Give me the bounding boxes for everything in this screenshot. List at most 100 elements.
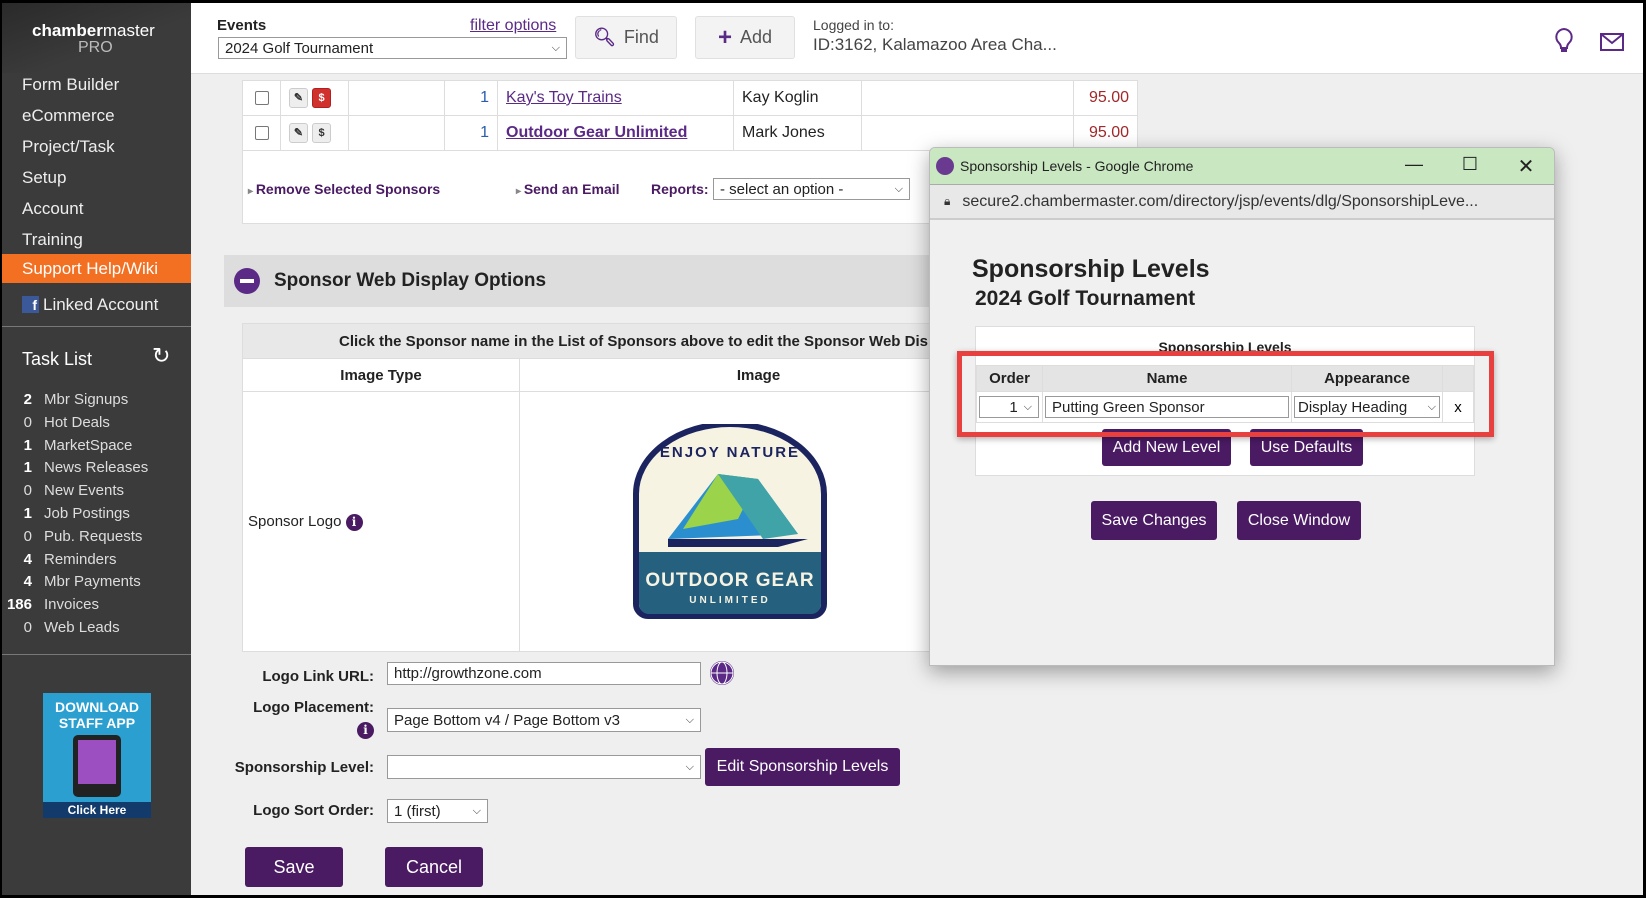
sponsor-row: ✎ $ 1 Outdoor Gear Unlimited Mark Jones 9… (242, 115, 1138, 151)
lightbulb-icon[interactable] (1554, 27, 1574, 55)
sponsor-count: 1 (444, 80, 498, 116)
logo-sort-order-select[interactable]: 1 (first) ⌵ (387, 799, 488, 823)
remove-selected-sponsors-link[interactable]: ▸ Remove Selected Sponsors (248, 181, 440, 197)
select-checkbox[interactable] (254, 90, 269, 105)
app-icon (936, 157, 954, 175)
task-label: Mbr Payments (44, 573, 141, 591)
reports-select[interactable]: - select an option - ⌵ (713, 178, 910, 200)
refresh-icon[interactable]: ↻ (152, 343, 170, 369)
logo-main-text: OUTDOOR GEAR (645, 569, 815, 591)
nav-linked-account[interactable]: f Linked Account (2, 290, 191, 319)
close-window-button[interactable]: Close Window (1237, 501, 1361, 540)
dollar-icon[interactable]: $ (312, 88, 331, 108)
edit-icon[interactable]: ✎ (289, 123, 308, 143)
logo-sub-text: UNLIMITED (689, 594, 771, 606)
task-item[interactable]: 1 News Releases (2, 456, 191, 479)
nav-training[interactable]: Training (2, 225, 191, 254)
task-count: 0 (23, 619, 32, 636)
logged-in-label: Logged in to: (813, 17, 894, 33)
promo-line2: STAFF APP (58, 715, 136, 731)
task-item[interactable]: 1 Job Postings (2, 502, 191, 525)
task-count: 1 (23, 436, 32, 454)
sponsor-logo-image[interactable]: ENJOY NATURE OUTDOOR GEAR UNLIMITED (628, 420, 832, 620)
find-button[interactable]: 🔍︎ Find (575, 16, 677, 59)
minimize-icon[interactable]: — (1386, 154, 1442, 179)
filter-options-link[interactable]: filter options (470, 17, 556, 35)
lock-icon: 🔒︎ (944, 194, 951, 208)
reports-value: - select an option - (720, 180, 844, 198)
add-label: Add (739, 27, 773, 47)
plus-icon: + (717, 23, 732, 51)
logo-link-url-input[interactable]: http://growthzone.com (387, 662, 701, 685)
task-item[interactable]: 2 Mbr Signups (2, 388, 191, 411)
mail-icon[interactable] (1600, 33, 1624, 51)
edit-sponsorship-levels-button[interactable]: Edit Sponsorship Levels (705, 748, 900, 786)
select-checkbox[interactable] (254, 125, 269, 140)
sponsor-contact: Kay Koglin (733, 80, 862, 116)
nav-ecommerce[interactable]: eCommerce (2, 101, 191, 130)
address-bar[interactable]: 🔒︎ secure2.chambermaster.com/directory/js… (930, 185, 1554, 220)
linked-account-label: Linked Account (43, 295, 159, 314)
close-icon[interactable]: ✕ (1498, 154, 1554, 179)
event-selected: 2024 Golf Tournament (225, 39, 374, 57)
chevron-down-icon: ⌵ (894, 182, 903, 195)
task-label: Job Postings (44, 505, 130, 522)
task-label: News Releases (44, 459, 149, 477)
send-email-link[interactable]: ▸ Send an Email (516, 181, 620, 197)
task-count: 0 (23, 527, 32, 545)
save-button[interactable]: Save (245, 847, 343, 887)
task-label: New Events (44, 482, 125, 500)
nav-support-help-wiki[interactable]: Support Help/Wiki (2, 254, 191, 283)
dollar-icon[interactable]: $ (312, 123, 331, 143)
sponsor-name-link[interactable]: Outdoor Gear Unlimited (506, 124, 687, 141)
save-changes-button[interactable]: Save Changes (1091, 501, 1217, 540)
send-email-label: Send an Email (523, 181, 620, 197)
brand-logo[interactable]: chambermaster PRO (2, 3, 191, 73)
download-staff-app-banner[interactable]: DOWNLOAD STAFF APP Click Here (43, 693, 151, 818)
cancel-button[interactable]: Cancel (385, 847, 483, 887)
info-icon[interactable]: i (357, 722, 374, 739)
sponsorship-level-select[interactable]: ⌵ (387, 755, 701, 779)
reports-label: Reports: (651, 181, 709, 197)
nav-setup[interactable]: Setup (2, 163, 191, 192)
chevron-down-icon: ⌵ (472, 804, 481, 817)
task-item[interactable]: 1 MarketSpace (2, 434, 191, 457)
edit-icon[interactable]: ✎ (289, 88, 308, 108)
app-frame: chambermaster PRO Form Builder eCommerce… (2, 3, 1643, 895)
add-button[interactable]: + Add (695, 16, 795, 59)
logo-placement-value: Page Bottom v4 / Page Bottom v3 (394, 711, 620, 729)
nav-project-task[interactable]: Project/Task (2, 132, 191, 161)
event-select[interactable]: 2024 Golf Tournament ⌵ (218, 37, 567, 59)
task-item[interactable]: 0 New Events (2, 479, 191, 502)
task-item[interactable]: 4 Mbr Payments (2, 570, 191, 593)
task-label: Pub. Requests (44, 527, 143, 545)
logo-placement-select[interactable]: Page Bottom v4 / Page Bottom v3 ⌵ (387, 708, 701, 732)
highlight-annotation (957, 351, 1494, 437)
task-item[interactable]: 186 Invoices (2, 593, 191, 616)
promo-line1: DOWNLOAD (55, 699, 139, 715)
task-count: 1 (23, 505, 32, 522)
window-title-bar[interactable]: Sponsorship Levels - Google Chrome — ☐ ✕ (930, 148, 1554, 185)
chevron-down-icon: ⌵ (551, 41, 560, 54)
task-item[interactable]: 0 Web Leads (2, 616, 191, 639)
sponsors-table: ✎ $ 1 Kay's Toy Trains Kay Koglin 95.00 ✎… (242, 80, 1138, 151)
task-label: Web Leads (44, 619, 120, 636)
task-label: Mbr Signups (44, 391, 129, 408)
info-icon[interactable]: i (345, 513, 363, 531)
nav-account[interactable]: Account (2, 194, 191, 223)
search-icon: 🔍︎ (593, 27, 616, 47)
task-item[interactable]: 0 Hot Deals (2, 411, 191, 434)
task-item[interactable]: 4 Reminders (2, 548, 191, 571)
window-controls: — ☐ ✕ (1386, 154, 1554, 179)
sponsor-name-link[interactable]: Kay's Toy Trains (506, 89, 622, 106)
logo-link-url-label: Logo Link URL: (262, 668, 374, 685)
logo-link-url-value: http://growthzone.com (394, 665, 542, 682)
sponsor-row: ✎ $ 1 Kay's Toy Trains Kay Koglin 95.00 (242, 80, 1138, 116)
nav-form-builder[interactable]: Form Builder (2, 70, 191, 99)
task-item[interactable]: 0 Pub. Requests (2, 525, 191, 548)
globe-icon[interactable] (710, 661, 734, 685)
sponsorship-level-label: Sponsorship Level: (234, 759, 374, 776)
collapse-icon[interactable] (234, 268, 260, 294)
remove-label: Remove Selected Sponsors (255, 181, 441, 197)
maximize-icon[interactable]: ☐ (1442, 154, 1498, 179)
